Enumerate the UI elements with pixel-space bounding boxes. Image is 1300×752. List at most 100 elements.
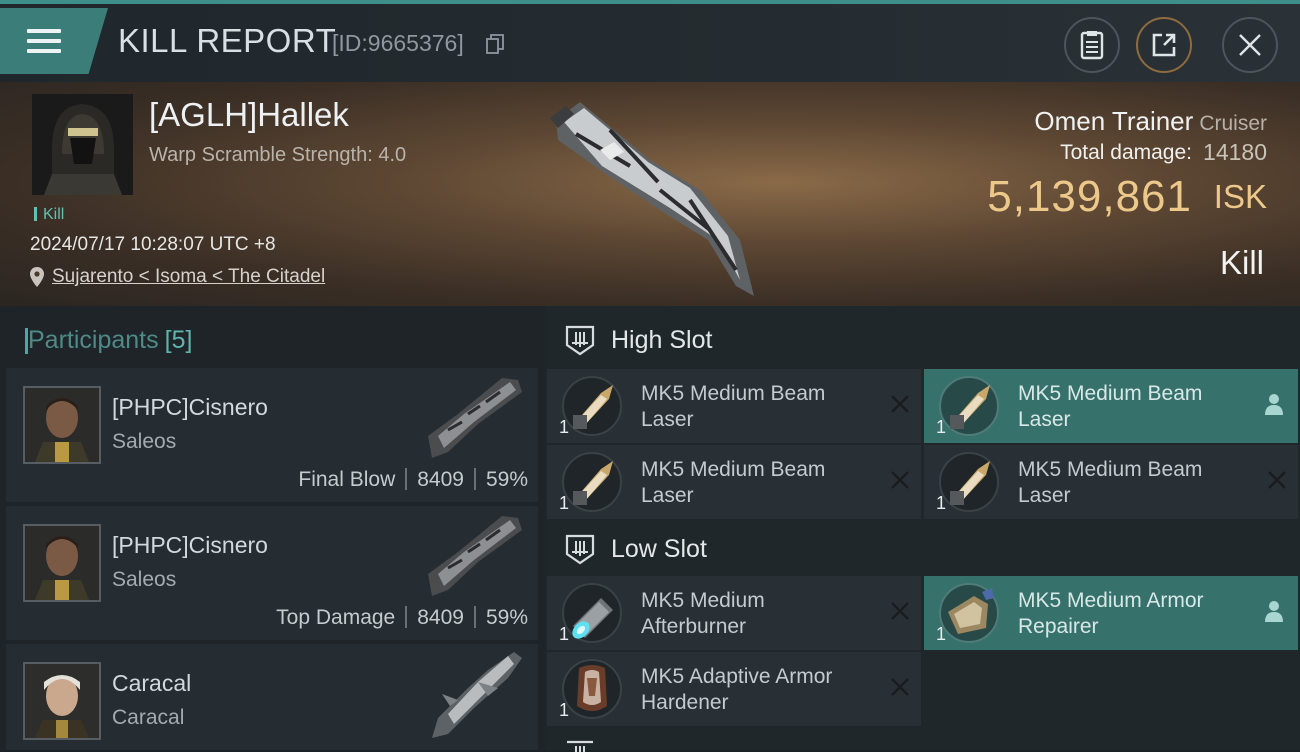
low-slot-header: Low Slot xyxy=(545,519,1300,579)
destroyed-x-icon xyxy=(891,471,909,489)
armor-hardener-icon xyxy=(562,659,622,719)
menu-button[interactable] xyxy=(0,8,108,74)
participant-avatar xyxy=(23,662,101,740)
participants-label: Participants xyxy=(28,326,159,354)
result-label: Kill xyxy=(1219,244,1264,281)
stat-divider xyxy=(473,606,476,628)
module-item[interactable]: 1 MK5 Medium Beam Laser xyxy=(547,445,921,519)
afterburner-icon xyxy=(562,583,622,643)
copy-icon[interactable] xyxy=(486,34,504,54)
pilot-icon xyxy=(1265,394,1283,415)
total-damage-value: 14180 xyxy=(1203,139,1267,165)
victim-summary: [AGLH]Hallek Warp Scramble Strength: 4.0… xyxy=(0,82,1300,306)
destroyed-x-icon xyxy=(891,395,909,413)
participant-stats: Top Damage 8409 59% xyxy=(276,606,528,630)
isk-value: 5,139,861 xyxy=(987,172,1192,221)
warp-scramble-strength: Warp Scramble Strength: 4.0 xyxy=(149,144,407,166)
participant-role: Final Blow xyxy=(298,468,396,491)
participant-ship: Caracal xyxy=(112,706,185,729)
module-item[interactable]: 1 MK5 Medium Beam Laser xyxy=(924,369,1298,443)
participant-role: Top Damage xyxy=(276,606,396,629)
destroyed-x-icon xyxy=(1268,471,1286,489)
participant-ship-image xyxy=(432,652,522,738)
participant-avatar xyxy=(23,386,101,464)
armor-repairer-icon xyxy=(939,583,999,643)
beam-laser-icon xyxy=(562,452,622,512)
stat-divider xyxy=(473,468,476,490)
clipboard-icon xyxy=(1080,31,1104,60)
isk-unit: ISK xyxy=(1213,178,1267,215)
stat-divider xyxy=(405,606,408,628)
clipboard-button[interactable] xyxy=(1064,17,1120,73)
module-quantity: 1 xyxy=(559,700,570,720)
fitting-panel: High Slot 1 MK5 Medium Beam Laser 1 MK5 … xyxy=(545,306,1300,752)
module-item[interactable]: 1 MK5 Adaptive Armor Hardener xyxy=(547,652,921,726)
header-bar: KILL REPORT [ID:9665376] xyxy=(0,0,1300,82)
high-slot-header: High Slot xyxy=(545,310,1300,370)
module-quantity: 1 xyxy=(559,493,570,513)
module-item[interactable]: 1 MK5 Medium Beam Laser xyxy=(547,369,921,443)
participant-stats: Final Blow 8409 59% xyxy=(298,468,528,492)
pilot-icon xyxy=(1265,601,1283,622)
module-quantity: 1 xyxy=(936,624,947,644)
participant-card[interactable]: Caracal Caracal xyxy=(6,644,538,750)
participant-ship: Saleos xyxy=(112,568,177,591)
victim-ship-class: Cruiser xyxy=(1199,112,1267,135)
participant-damage: 8409 xyxy=(417,606,464,629)
menu-icon xyxy=(27,27,61,55)
participants-count: [5] xyxy=(164,326,193,354)
participant-card[interactable]: [PHPC]Cisnero Saleos Top Damage 8409 59% xyxy=(6,506,538,640)
close-icon xyxy=(1239,34,1261,56)
victim-avatar[interactable] xyxy=(32,94,133,195)
share-icon xyxy=(1152,33,1176,57)
victim-pilot-name[interactable]: [AGLH]Hallek xyxy=(149,96,349,134)
module-name: MK5 Medium Beam Laser xyxy=(1018,458,1203,507)
module-name: MK5 Medium Afterburner xyxy=(641,589,765,638)
module-quantity: 1 xyxy=(559,417,570,437)
participant-ship: Saleos xyxy=(112,430,177,453)
low-slot-title: Low Slot xyxy=(611,534,707,563)
destroyed-x-icon xyxy=(891,602,909,620)
participant-card[interactable]: [PHPC]Cisnero Saleos Final Blow 8409 59% xyxy=(6,368,538,502)
slot-icon xyxy=(565,325,595,356)
kill-location-text: Sujarento < Isoma < The Citadel xyxy=(52,266,326,287)
participant-ship-image xyxy=(428,378,522,458)
module-quantity: 1 xyxy=(936,417,947,437)
location-pin-icon xyxy=(30,267,44,287)
kill-datetime: 2024/07/17 10:28:07 UTC +8 xyxy=(30,234,276,255)
participant-name: [PHPC]Cisnero xyxy=(112,532,268,558)
participants-panel: Participants [5] [PHPC]Cisnero Saleos Fin… xyxy=(0,306,545,750)
module-name: MK5 Medium Beam Laser xyxy=(641,458,826,507)
module-item[interactable]: 1 MK5 Medium Armor Repairer xyxy=(924,576,1298,650)
participant-percent: 59% xyxy=(485,468,528,491)
module-name: MK5 Adaptive Armor Hardener xyxy=(641,665,833,714)
kill-location-link[interactable]: Sujarento < Isoma < The Citadel xyxy=(30,266,325,288)
participant-name: Caracal xyxy=(112,670,192,696)
victim-ship-type: Omen Trainer xyxy=(1034,106,1194,136)
victim-ship-name[interactable]: Omen Trainer Cruiser xyxy=(1034,106,1267,137)
slot-icon xyxy=(565,534,595,565)
report-id: [ID:9665376] xyxy=(332,30,464,56)
close-button[interactable] xyxy=(1222,17,1278,73)
module-item[interactable]: 1 MK5 Medium Beam Laser xyxy=(924,445,1298,519)
participant-ship-image xyxy=(428,516,522,596)
stat-divider xyxy=(405,468,408,490)
module-name: MK5 Medium Beam Laser xyxy=(1018,382,1203,431)
page-title: KILL REPORT xyxy=(118,22,337,59)
participant-avatar xyxy=(23,524,101,602)
header-accent-line xyxy=(0,0,1300,4)
participant-percent: 59% xyxy=(485,606,528,629)
share-button[interactable] xyxy=(1136,17,1192,73)
beam-laser-icon xyxy=(939,452,999,512)
module-item[interactable]: 1 MK5 Medium Afterburner xyxy=(547,576,921,650)
total-damage-label: Total damage: xyxy=(1060,141,1192,164)
participants-header: Participants [5] xyxy=(24,326,193,355)
participant-damage: 8409 xyxy=(417,468,464,491)
destroyed-x-icon xyxy=(891,678,909,696)
beam-laser-icon xyxy=(562,376,622,436)
victim-ship-image xyxy=(550,102,754,296)
module-name: MK5 Medium Beam Laser xyxy=(641,382,826,431)
module-quantity: 1 xyxy=(936,493,947,513)
participant-name: [PHPC]Cisnero xyxy=(112,394,268,420)
module-name: MK5 Medium Armor Repairer xyxy=(1018,589,1204,638)
